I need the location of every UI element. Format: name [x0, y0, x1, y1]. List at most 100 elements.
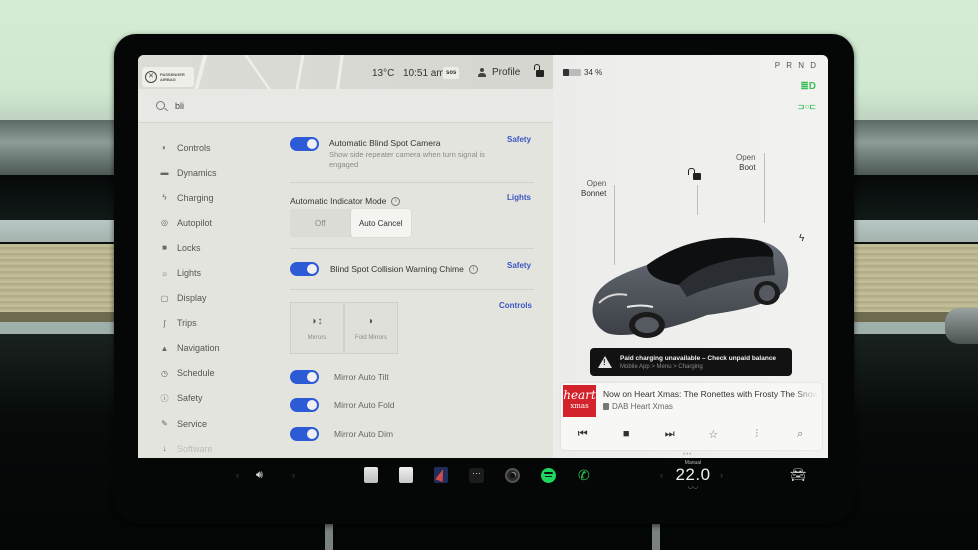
sidebar-item-navigation[interactable]: ▲ Navigation: [138, 336, 278, 361]
logo-line1: heart: [563, 388, 596, 402]
sidebar-item-service[interactable]: ✎ Service: [138, 411, 278, 436]
mirrors-label: Mirrors: [307, 334, 327, 341]
car-model-image: [592, 237, 789, 338]
sidebar-item-label: Locks: [177, 242, 201, 253]
steering-wheel-icon: ◎: [161, 218, 168, 228]
parking-lights-icon: ⊐○⊏: [797, 102, 816, 111]
sidebar-item-controls[interactable]: ◐ Controls: [138, 135, 278, 160]
open-boot-line2: Boot: [739, 163, 756, 172]
profile-label: Profile: [492, 67, 521, 78]
battery-fill: [563, 69, 570, 76]
category-link-safety[interactable]: Safety: [507, 261, 540, 270]
climate-control[interactable]: Manual 22.0 ◡◡: [658, 458, 728, 494]
open-bonnet-line2: Bonnet: [581, 189, 607, 198]
previous-track-button[interactable]: ⏮: [571, 428, 595, 441]
mirror-adjust-icon: ◗↕: [311, 315, 323, 327]
fold-mirrors-label: Fold Mirrors: [354, 334, 387, 341]
settings-sidebar: ◐ Controls ▬ Dynamics ϟ Charging ◎ Autopilot…: [138, 135, 278, 458]
open-bonnet-button[interactable]: Open Bonnet: [581, 179, 606, 199]
more-apps-icon[interactable]: ···: [469, 466, 484, 484]
indicator-mode-off[interactable]: Off: [290, 209, 351, 237]
person-icon: [478, 67, 486, 78]
spotify-app-icon[interactable]: [541, 466, 556, 484]
mirror-auto-dim-toggle[interactable]: [290, 427, 319, 441]
sidebar-item-charging[interactable]: ϟ Charging: [138, 185, 278, 210]
car-unlocked-icon[interactable]: [688, 168, 701, 180]
sidebar-item-locks[interactable]: ■ Locks: [138, 235, 278, 260]
mirror-fold-icon: ◗: [367, 315, 375, 327]
sidebar-item-dynamics[interactable]: ▬ Dynamics: [138, 160, 278, 185]
setting-title: Mirror Auto Dim: [334, 429, 394, 439]
category-link-lights[interactable]: Lights: [507, 193, 540, 202]
sidebar-item-label: Navigation: [177, 343, 220, 354]
sidebar-item-trips[interactable]: ∫ Trips: [138, 311, 278, 336]
sun-icon: ☼: [160, 268, 169, 278]
sidebar-item-software[interactable]: ↓ Software: [138, 436, 278, 458]
indicator-mode-auto-cancel[interactable]: Auto Cancel: [350, 209, 411, 237]
volume-up-chevron[interactable]: ›: [292, 466, 295, 484]
info-icon[interactable]: i: [468, 265, 478, 275]
sidebar-item-schedule[interactable]: ◷ Schedule: [138, 361, 278, 386]
phone-icon[interactable]: ✆: [578, 466, 590, 484]
equalizer-button[interactable]: ⫶: [745, 428, 769, 441]
download-icon: ↓: [162, 444, 167, 454]
collision-chime-toggle[interactable]: [290, 262, 319, 276]
profile-button[interactable]: Profile: [478, 67, 520, 78]
navigation-app-icon[interactable]: [434, 466, 448, 484]
mirror-auto-fold-toggle[interactable]: [290, 398, 319, 412]
sidebar-item-label: Controls: [177, 142, 211, 153]
screen-stand: [652, 520, 660, 550]
map-road: [294, 55, 305, 89]
sidebar-item-display[interactable]: ▢ Display: [138, 286, 278, 311]
sidebar-item-label: Autopilot: [177, 217, 213, 228]
media-search-button[interactable]: ⌕: [788, 428, 812, 441]
mirror-auto-tilt-toggle[interactable]: [290, 370, 319, 384]
map-road: [192, 55, 208, 89]
unlocked-icon[interactable]: [534, 64, 544, 77]
seat-heater-icon[interactable]: ◡◡: [658, 484, 728, 490]
now-playing-title: Now on Heart Xmas: The Ronettes with Fro…: [603, 389, 818, 399]
volume-down-chevron[interactable]: ‹: [236, 466, 239, 484]
stop-button[interactable]: ■: [614, 428, 638, 440]
car-icon: ▬: [160, 168, 169, 178]
mirrors-button[interactable]: ◗↕ Mirrors: [290, 302, 344, 354]
alert-title: Paid charging unavailable – Check unpaid…: [620, 354, 777, 362]
fold-mirrors-button[interactable]: ◗ Fold Mirrors: [344, 302, 398, 354]
status-bar: ✕ PASSENGER AIRBAG 13°C 10:51 am sos Pro…: [138, 55, 553, 89]
settings-search-bar: [138, 89, 553, 123]
lock-icon: ■: [162, 243, 167, 253]
sidebar-item-label: Lights: [177, 268, 202, 279]
camera-app-icon[interactable]: [505, 466, 520, 484]
boot-callout-line: [764, 153, 765, 223]
blind-spot-camera-toggle[interactable]: [290, 137, 319, 151]
temperature-up-chevron[interactable]: ›: [720, 466, 723, 484]
open-boot-button[interactable]: Open Boot: [736, 153, 756, 173]
favorite-star-button[interactable]: ☆: [701, 428, 725, 441]
next-track-button[interactable]: ⏭: [658, 428, 682, 441]
category-link-safety[interactable]: Safety: [507, 135, 540, 144]
outside-temperature: 13°C: [372, 68, 395, 79]
sidebar-item-safety[interactable]: ⓘ Safety: [138, 386, 278, 411]
settings-panel: ✕ PASSENGER AIRBAG 13°C 10:51 am sos Pro…: [138, 55, 553, 458]
sidebar-item-label: Software: [177, 443, 213, 454]
category-link-controls[interactable]: Controls: [499, 301, 540, 310]
airbag-label: PASSENGER AIRBAG: [160, 72, 185, 82]
sos-button[interactable]: sos: [443, 67, 460, 79]
setting-subtitle: Show side repeater camera when turn sign…: [329, 150, 485, 169]
charging-alert[interactable]: Paid charging unavailable – Check unpaid…: [590, 348, 792, 376]
sidebar-item-label: Display: [177, 293, 207, 304]
charge-port-icon[interactable]: ϟ: [799, 233, 804, 244]
sidebar-item-autopilot[interactable]: ◎ Autopilot: [138, 210, 278, 235]
sidebar-item-label: Safety: [177, 393, 203, 404]
volume-icon[interactable]: 🔊︎: [256, 466, 263, 484]
car-controls-icon[interactable]: 🚘︎: [790, 466, 807, 484]
settings-search-input[interactable]: [175, 100, 475, 111]
display-icon: ▢: [160, 293, 169, 303]
toybox-app-icon[interactable]: [399, 466, 413, 484]
station-logo[interactable]: heart xmas: [563, 385, 596, 417]
manual-app-icon[interactable]: [364, 466, 378, 484]
sidebar-item-label: Service: [177, 418, 208, 429]
indicator-mode-selector: Off Auto Cancel: [290, 209, 411, 237]
info-icon[interactable]: i: [391, 197, 401, 207]
sidebar-item-lights[interactable]: ☼ Lights: [138, 260, 278, 285]
